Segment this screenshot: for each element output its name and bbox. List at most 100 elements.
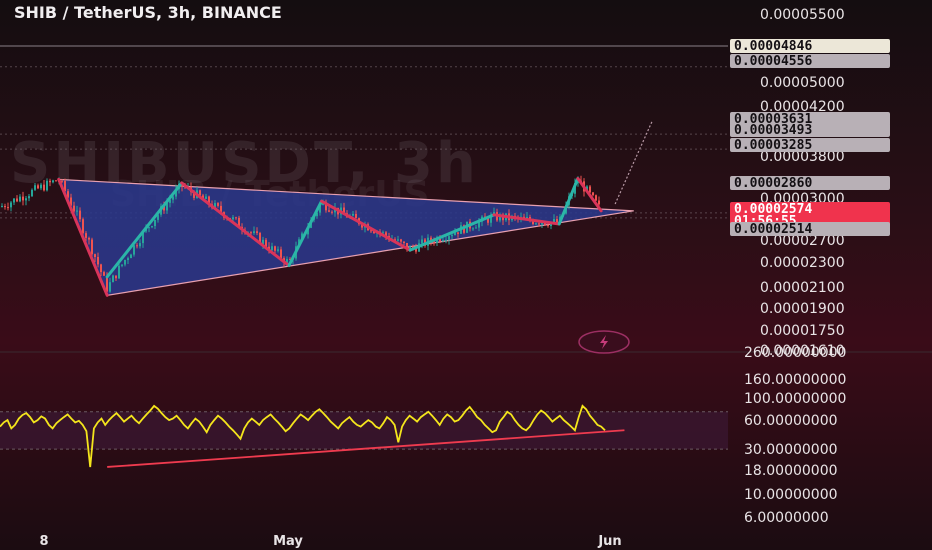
candle-body	[154, 219, 156, 227]
candle-body	[448, 236, 450, 240]
candle-body	[118, 265, 120, 279]
lightning-icon[interactable]	[578, 330, 630, 354]
candle-body	[97, 257, 99, 265]
chart-title: SHIB / TetherUS, 3h, BINANCE	[14, 3, 282, 22]
candle-body	[124, 259, 126, 265]
candle-body	[535, 223, 537, 225]
candle-body	[91, 239, 93, 255]
candle-body	[457, 232, 459, 234]
candle-body	[598, 200, 600, 205]
candle-body	[328, 210, 330, 212]
candle-body	[472, 228, 474, 230]
rsi-tick-label: 160.00000000	[744, 372, 846, 388]
candle-body	[40, 184, 42, 189]
price-badge: 0.00003285	[730, 138, 890, 153]
rsi-tick-label: 6.00000000	[744, 510, 829, 526]
candle-body	[250, 232, 252, 234]
price-badge-label: 0.00003493	[734, 123, 812, 138]
price-badge-label: 0.00003285	[734, 138, 812, 153]
price-badge-label: 0.00004846	[734, 39, 812, 54]
candle-body	[115, 275, 117, 279]
triangle-pattern	[57, 178, 634, 296]
rsi-tick-label: 60.00000000	[744, 413, 838, 429]
candle-body	[256, 231, 258, 233]
candle-body	[1, 206, 3, 208]
candle-body	[355, 213, 357, 219]
price-badge: 0.00003493	[730, 123, 890, 138]
candle-body	[94, 254, 96, 258]
candle-body	[403, 241, 405, 243]
candle-body	[28, 196, 30, 199]
date-tick-label: 8	[39, 534, 48, 549]
candle-body	[100, 264, 102, 273]
candle-body	[85, 233, 87, 238]
candle-body	[151, 226, 153, 228]
rsi-tick-label: 260.00000000	[744, 345, 846, 361]
candle-body	[76, 210, 78, 212]
candle-body	[127, 258, 129, 260]
price-tick-label: 0.00001750	[760, 323, 845, 339]
candle-body	[139, 243, 141, 247]
price-tick-label: 0.00002100	[760, 280, 845, 296]
candle-body	[553, 219, 555, 223]
candle-body	[112, 275, 114, 283]
candle-body	[352, 213, 354, 216]
candle-body	[49, 180, 51, 183]
candle-body	[442, 240, 444, 242]
date-tick-label: Jun	[597, 534, 621, 549]
chart-root: SHIBUSDT, 3h SHIB / TetherUS 0.000055000…	[0, 0, 932, 550]
price-badge: 0.00002514	[730, 222, 890, 237]
candle-body	[88, 237, 90, 240]
candle-body	[421, 239, 423, 244]
candle-body	[22, 196, 24, 201]
candle-body	[19, 196, 21, 202]
price-badge: 0.00004846	[730, 39, 890, 54]
price-badge-label: 0.00002514	[734, 222, 812, 237]
candle-body	[595, 195, 597, 201]
candle-body	[235, 217, 237, 219]
candle-body	[253, 231, 255, 233]
candle-body	[271, 246, 273, 251]
date-tick-label: May	[273, 534, 303, 549]
price-tick-label: 0.00002300	[760, 255, 845, 271]
candle-body	[52, 180, 54, 183]
wave-down	[576, 177, 603, 213]
candle-body	[451, 235, 453, 237]
candle-body	[16, 198, 18, 202]
candle-body	[34, 185, 36, 190]
price-badge-label: 0.00004556	[734, 54, 812, 69]
candle-body	[121, 264, 123, 266]
price-badge-label: 0.00002860	[734, 176, 812, 191]
rsi-tick-label: 10.00000000	[744, 487, 838, 503]
candle-body	[397, 239, 399, 241]
candle-body	[274, 246, 276, 251]
candle-body	[400, 239, 402, 242]
price-tick-label: 0.00005000	[760, 75, 845, 91]
candle-body	[277, 249, 279, 251]
candle-body	[136, 245, 138, 247]
candle-body	[46, 180, 48, 191]
candle-body	[13, 198, 15, 203]
chart-svg[interactable]: SHIBUSDT, 3h SHIB / TetherUS 0.000055000…	[0, 0, 932, 550]
candle-body	[130, 254, 132, 259]
candle-body	[55, 180, 57, 182]
candle-body	[103, 272, 105, 276]
price-badge: 0.00002860	[730, 176, 890, 191]
candle-body	[280, 249, 282, 259]
rsi-tick-label: 30.00000000	[744, 442, 838, 458]
candle-body	[232, 217, 234, 220]
candle-body	[592, 192, 594, 196]
candle-body	[205, 196, 207, 199]
candle-body	[43, 184, 45, 191]
candle-body	[82, 219, 84, 234]
price-tick-label: 0.00005500	[760, 7, 845, 23]
candle-body	[10, 202, 12, 208]
candle-body	[331, 211, 333, 213]
candle-body	[37, 185, 39, 189]
candle-body	[79, 210, 81, 220]
candle-body	[4, 206, 6, 208]
price-badge: 0.00004556	[730, 54, 890, 69]
rsi-tick-label: 100.00000000	[744, 391, 846, 407]
candle-body	[538, 223, 540, 225]
candle-body	[547, 224, 549, 227]
